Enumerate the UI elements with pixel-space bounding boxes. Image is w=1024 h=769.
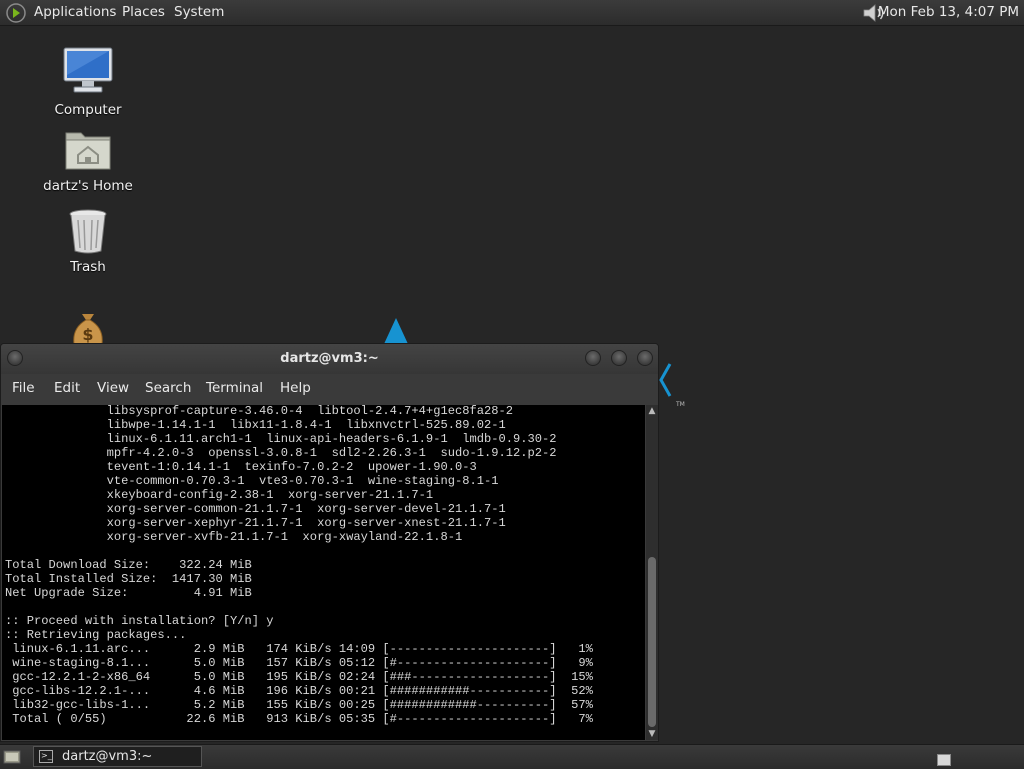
computer-icon: [63, 47, 113, 93]
menu-edit[interactable]: Edit: [54, 380, 80, 396]
svg-text:TM: TM: [675, 401, 685, 408]
workspace-switcher[interactable]: [937, 754, 951, 766]
trash-desktop-icon[interactable]: Trash: [33, 208, 143, 275]
trash-icon: [69, 209, 107, 254]
bottom-panel: >_ dartz@vm3:~: [0, 744, 1024, 769]
places-menu[interactable]: Places: [122, 4, 165, 20]
applications-menu[interactable]: Applications: [34, 4, 116, 20]
terminal-line: libwpe-1.14.1-1 libx11-1.8.4-1 libxnvctr…: [5, 418, 506, 432]
money-bag-icon: $: [73, 314, 103, 344]
scroll-down-arrow-icon[interactable]: ▼: [646, 728, 658, 740]
terminal-line: Total ( 0/55) 22.6 MiB 913 KiB/s 05:35 […: [5, 712, 593, 726]
computer-desktop-icon[interactable]: Computer: [33, 45, 143, 118]
home-desktop-icon[interactable]: dartz's Home: [33, 127, 143, 194]
system-menu[interactable]: System: [174, 4, 224, 20]
terminal-line: Total Installed Size: 1417.30 MiB: [5, 572, 252, 586]
terminal-menubar: File Edit View Search Terminal Help: [1, 374, 658, 402]
terminal-line: tevent-1:0.14.1-1 texinfo-7.0.2-2 upower…: [5, 460, 477, 474]
terminal-line: libsysprof-capture-3.46.0-4 libtool-2.4.…: [5, 405, 514, 418]
terminal-text: libsysprof-capture-3.46.0-4 libtool-2.4.…: [5, 405, 593, 726]
terminal-line: xorg-server-xephyr-21.1.7-1 xorg-server-…: [5, 516, 506, 530]
close-button[interactable]: [637, 350, 653, 366]
terminal-line: linux-6.1.11.arc... 2.9 MiB 174 KiB/s 14…: [5, 642, 593, 656]
terminal-icon: >_: [39, 750, 53, 763]
clock[interactable]: Mon Feb 13, 4:07 PM: [878, 4, 1019, 20]
computer-label: Computer: [54, 102, 122, 118]
terminal-line: gcc-12.2.1-2-x86_64 5.0 MiB 195 KiB/s 02…: [5, 670, 593, 684]
terminal-line: Net Upgrade Size: 4.91 MiB: [5, 586, 252, 600]
menu-help[interactable]: Help: [280, 380, 311, 396]
menu-view[interactable]: View: [97, 380, 129, 396]
terminal-line: gcc-libs-12.2.1-... 4.6 MiB 196 KiB/s 00…: [5, 684, 593, 698]
terminal-line: :: Proceed with installation? [Y/n] y: [5, 614, 274, 628]
terminal-line: lib32-gcc-libs-1... 5.2 MiB 155 KiB/s 00…: [5, 698, 593, 712]
terminal-titlebar[interactable]: dartz@vm3:~: [1, 344, 658, 374]
menu-file[interactable]: File: [12, 380, 35, 396]
home-folder-icon: [65, 132, 111, 170]
menu-search[interactable]: Search: [145, 380, 191, 396]
window-title: dartz@vm3:~: [280, 351, 379, 366]
taskbar-label: dartz@vm3:~: [62, 749, 153, 764]
terminal-line: mpfr-4.2.0-3 openssl-3.0.8-1 sdl2-2.26.3…: [5, 446, 557, 460]
terminal-scrollbar[interactable]: ▲ ▼: [646, 405, 658, 740]
maximize-button[interactable]: [611, 350, 627, 366]
home-label: dartz's Home: [43, 178, 133, 194]
scroll-up-arrow-icon[interactable]: ▲: [646, 405, 658, 417]
background-logo-fragment: [384, 318, 408, 344]
terminal-window[interactable]: dartz@vm3:~ File Edit View Search Termin…: [0, 343, 659, 742]
show-desktop-icon[interactable]: [3, 749, 21, 765]
scrollbar-thumb[interactable]: [648, 557, 656, 727]
minimize-button[interactable]: [585, 350, 601, 366]
terminal-line: linux-6.1.11.arch1-1 linux-api-headers-6…: [5, 432, 557, 446]
svg-text:$: $: [82, 325, 93, 344]
terminal-line: Total Download Size: 322.24 MiB: [5, 558, 252, 572]
terminal-line: xorg-server-xvfb-21.1.7-1 xorg-xwayland-…: [5, 530, 463, 544]
trash-label: Trash: [70, 259, 106, 275]
distro-logo-icon[interactable]: [6, 3, 26, 23]
terminal-line: :: Retrieving packages...: [5, 628, 187, 642]
money-desktop-icon[interactable]: $: [33, 310, 143, 344]
terminal-line: xorg-server-common-21.1.7-1 xorg-server-…: [5, 502, 506, 516]
menu-terminal[interactable]: Terminal: [206, 380, 263, 396]
background-logo-fragment: TM: [659, 363, 685, 408]
terminal-line: vte-common-0.70.3-1 vte3-0.70.3-1 wine-s…: [5, 474, 499, 488]
terminal-line: xkeyboard-config-2.38-1 xorg-server-21.1…: [5, 488, 434, 502]
terminal-line: wine-staging-8.1... 5.0 MiB 157 KiB/s 05…: [5, 656, 593, 670]
terminal-output[interactable]: libsysprof-capture-3.46.0-4 libtool-2.4.…: [2, 405, 645, 740]
top-panel: Applications Places System Mon Feb 13, 4…: [0, 0, 1024, 26]
taskbar-terminal-button[interactable]: >_ dartz@vm3:~: [33, 746, 202, 767]
